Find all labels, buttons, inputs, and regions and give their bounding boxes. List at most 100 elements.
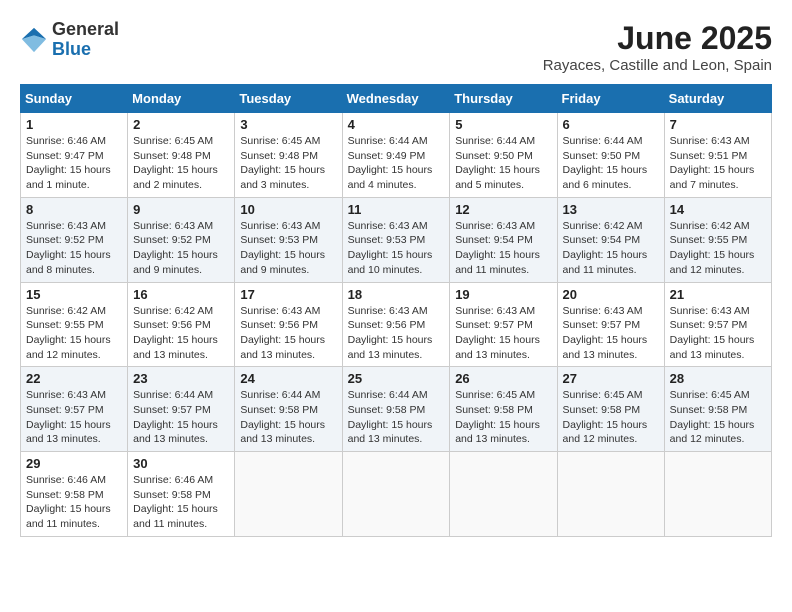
day-info: Sunrise: 6:46 AMSunset: 9:58 PMDaylight:… [26,473,122,532]
calendar-cell: 17Sunrise: 6:43 AMSunset: 9:56 PMDayligh… [235,282,342,367]
calendar-cell [557,452,664,537]
calendar-week-1: 1 Sunrise: 6:46 AMSunset: 9:47 PMDaylight… [21,113,772,198]
day-info: Sunrise: 6:42 AMSunset: 9:55 PMDaylight:… [26,304,122,363]
calendar-cell: 23Sunrise: 6:44 AMSunset: 9:57 PMDayligh… [128,367,235,452]
day-header-friday: Friday [557,85,664,113]
day-info: Sunrise: 6:44 AMSunset: 9:58 PMDaylight:… [240,388,336,447]
calendar-cell [450,452,557,537]
calendar-cell: 20 Sunrise: 6:43 AMSunset: 9:57 PMDayligh… [557,282,664,367]
day-number: 21 [670,287,766,302]
calendar-cell: 22 Sunrise: 6:43 AMSunset: 9:57 PMDayligh… [21,367,128,452]
location: Rayaces, Castille and Leon, Spain [543,57,772,74]
day-info: Sunrise: 6:46 AMSunset: 9:58 PMDaylight:… [133,473,229,532]
calendar-cell: 28 Sunrise: 6:45 AMSunset: 9:58 PMDayligh… [664,367,771,452]
calendar-cell: 11 Sunrise: 6:43 AMSunset: 9:53 PMDayligh… [342,197,450,282]
day-number: 28 [670,371,766,386]
day-number: 13 [563,202,659,217]
day-info: Sunrise: 6:45 AMSunset: 9:58 PMDaylight:… [670,388,766,447]
day-number: 26 [455,371,551,386]
calendar-cell: 1 Sunrise: 6:46 AMSunset: 9:47 PMDaylight… [21,113,128,198]
day-number: 22 [26,371,122,386]
calendar-cell: 3 Sunrise: 6:45 AMSunset: 9:48 PMDaylight… [235,113,342,198]
day-info: Sunrise: 6:42 AMSunset: 9:56 PMDaylight:… [133,304,229,363]
day-number: 10 [240,202,336,217]
calendar-cell: 18 Sunrise: 6:43 AMSunset: 9:56 PMDayligh… [342,282,450,367]
calendar-cell: 6 Sunrise: 6:44 AMSunset: 9:50 PMDaylight… [557,113,664,198]
calendar-week-5: 29 Sunrise: 6:46 AMSunset: 9:58 PMDayligh… [21,452,772,537]
day-info: Sunrise: 6:43 AMSunset: 9:53 PMDaylight:… [348,219,445,278]
day-info: Sunrise: 6:43 AMSunset: 9:57 PMDaylight:… [26,388,122,447]
calendar-cell: 9Sunrise: 6:43 AMSunset: 9:52 PMDaylight… [128,197,235,282]
calendar-week-4: 22 Sunrise: 6:43 AMSunset: 9:57 PMDayligh… [21,367,772,452]
day-number: 7 [670,117,766,132]
day-number: 2 [133,117,229,132]
day-number: 20 [563,287,659,302]
day-header-monday: Monday [128,85,235,113]
calendar-cell: 19Sunrise: 6:43 AMSunset: 9:57 PMDayligh… [450,282,557,367]
day-number: 4 [348,117,445,132]
logo-text: General Blue [52,20,119,60]
day-header-saturday: Saturday [664,85,771,113]
day-info: Sunrise: 6:45 AMSunset: 9:58 PMDaylight:… [455,388,551,447]
day-info: Sunrise: 6:46 AMSunset: 9:47 PMDaylight:… [26,134,122,193]
calendar-cell: 5Sunrise: 6:44 AMSunset: 9:50 PMDaylight… [450,113,557,198]
calendar-cell: 26 Sunrise: 6:45 AMSunset: 9:58 PMDayligh… [450,367,557,452]
day-info: Sunrise: 6:43 AMSunset: 9:54 PMDaylight:… [455,219,551,278]
calendar-header-row: SundayMondayTuesdayWednesdayThursdayFrid… [21,85,772,113]
calendar-cell: 4 Sunrise: 6:44 AMSunset: 9:49 PMDaylight… [342,113,450,198]
day-info: Sunrise: 6:42 AMSunset: 9:54 PMDaylight:… [563,219,659,278]
day-info: Sunrise: 6:43 AMSunset: 9:52 PMDaylight:… [26,219,122,278]
calendar-cell: 8 Sunrise: 6:43 AMSunset: 9:52 PMDaylight… [21,197,128,282]
day-header-tuesday: Tuesday [235,85,342,113]
day-header-sunday: Sunday [21,85,128,113]
day-number: 23 [133,371,229,386]
day-info: Sunrise: 6:43 AMSunset: 9:53 PMDaylight:… [240,219,336,278]
calendar-cell: 16 Sunrise: 6:42 AMSunset: 9:56 PMDayligh… [128,282,235,367]
day-header-wednesday: Wednesday [342,85,450,113]
day-number: 1 [26,117,122,132]
day-info: Sunrise: 6:43 AMSunset: 9:56 PMDaylight:… [348,304,445,363]
calendar-week-2: 8 Sunrise: 6:43 AMSunset: 9:52 PMDaylight… [21,197,772,282]
calendar-cell: 12Sunrise: 6:43 AMSunset: 9:54 PMDayligh… [450,197,557,282]
day-number: 17 [240,287,336,302]
title-block: June 2025 Rayaces, Castille and Leon, Sp… [543,20,772,74]
day-number: 8 [26,202,122,217]
calendar-cell: 24 Sunrise: 6:44 AMSunset: 9:58 PMDayligh… [235,367,342,452]
day-number: 11 [348,202,445,217]
day-info: Sunrise: 6:44 AMSunset: 9:49 PMDaylight:… [348,134,445,193]
day-info: Sunrise: 6:44 AMSunset: 9:50 PMDaylight:… [455,134,551,193]
day-number: 24 [240,371,336,386]
calendar-cell [342,452,450,537]
logo-general: General [52,19,119,39]
day-number: 29 [26,456,122,471]
day-number: 14 [670,202,766,217]
calendar-cell: 29 Sunrise: 6:46 AMSunset: 9:58 PMDayligh… [21,452,128,537]
calendar-cell [235,452,342,537]
day-number: 6 [563,117,659,132]
day-info: Sunrise: 6:45 AMSunset: 9:48 PMDaylight:… [133,134,229,193]
day-number: 27 [563,371,659,386]
month-title: June 2025 [543,20,772,57]
day-number: 18 [348,287,445,302]
calendar-cell: 27 Sunrise: 6:45 AMSunset: 9:58 PMDayligh… [557,367,664,452]
calendar-cell: 30Sunrise: 6:46 AMSunset: 9:58 PMDayligh… [128,452,235,537]
day-header-thursday: Thursday [450,85,557,113]
logo: General Blue [20,20,119,60]
day-info: Sunrise: 6:43 AMSunset: 9:51 PMDaylight:… [670,134,766,193]
day-info: Sunrise: 6:43 AMSunset: 9:57 PMDaylight:… [563,304,659,363]
calendar-cell: 21 Sunrise: 6:43 AMSunset: 9:57 PMDayligh… [664,282,771,367]
day-number: 19 [455,287,551,302]
calendar-cell: 25Sunrise: 6:44 AMSunset: 9:58 PMDayligh… [342,367,450,452]
calendar-cell: 10 Sunrise: 6:43 AMSunset: 9:53 PMDayligh… [235,197,342,282]
day-info: Sunrise: 6:45 AMSunset: 9:48 PMDaylight:… [240,134,336,193]
day-info: Sunrise: 6:45 AMSunset: 9:58 PMDaylight:… [563,388,659,447]
day-info: Sunrise: 6:43 AMSunset: 9:52 PMDaylight:… [133,219,229,278]
day-info: Sunrise: 6:44 AMSunset: 9:50 PMDaylight:… [563,134,659,193]
day-info: Sunrise: 6:43 AMSunset: 9:57 PMDaylight:… [670,304,766,363]
day-number: 3 [240,117,336,132]
day-number: 15 [26,287,122,302]
calendar-cell: 15 Sunrise: 6:42 AMSunset: 9:55 PMDayligh… [21,282,128,367]
page-header: General Blue June 2025 Rayaces, Castille… [20,20,772,74]
day-number: 16 [133,287,229,302]
calendar-cell [664,452,771,537]
